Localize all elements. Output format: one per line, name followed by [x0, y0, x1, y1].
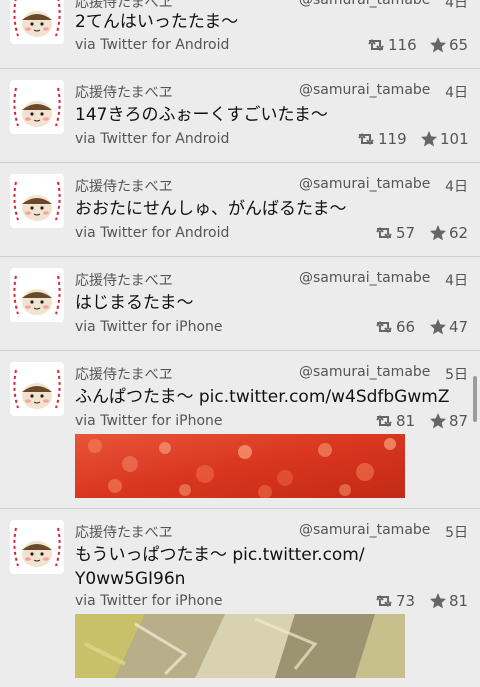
favorite-count[interactable]: 101: [420, 130, 469, 148]
avatar[interactable]: [10, 80, 64, 134]
tweet-item[interactable]: 応援侍たまべヱ @samurai_tamabe 4日 おおたにせんしゅ、がんばる…: [0, 164, 480, 257]
retweet-count[interactable]: 57: [374, 224, 415, 242]
screen-name[interactable]: @samurai_tamabe: [299, 270, 430, 286]
favorite-count[interactable]: 87: [429, 412, 468, 430]
avatar[interactable]: [10, 174, 64, 228]
timestamp: 4日: [445, 179, 468, 195]
screen-name[interactable]: @samurai_tamabe: [299, 82, 430, 98]
display-name[interactable]: 応援侍たまべヱ: [75, 270, 173, 290]
display-name[interactable]: 応援侍たまべヱ: [75, 176, 173, 196]
retweet-count[interactable]: 73: [374, 592, 415, 610]
retweet-count[interactable]: 119: [356, 130, 407, 148]
baseball-mascot-icon: [10, 520, 64, 574]
tweet-text: 2てんはいったたま〜: [75, 12, 239, 32]
retweet-count-value: 119: [378, 130, 407, 148]
tweet-source: via Twitter for Android: [75, 37, 230, 53]
scrollbar[interactable]: [473, 376, 477, 422]
favorite-count-value: 65: [449, 36, 469, 54]
tweet-source: via Twitter for Android: [75, 225, 230, 241]
favorite-count[interactable]: 65: [429, 36, 468, 54]
retweet-count[interactable]: 81: [374, 412, 415, 430]
favorite-count-value: 87: [449, 412, 469, 430]
photo-thumbnail: [75, 434, 405, 498]
tweet-item[interactable]: 応援侍たまべヱ @samurai_tamabe 4日 147きろのふぉーくすごい…: [0, 70, 480, 163]
retweet-count-value: 57: [396, 224, 416, 242]
retweet-count[interactable]: 66: [374, 318, 415, 336]
baseball-mascot-icon: [10, 0, 64, 44]
star-icon: [430, 225, 446, 241]
tweet-item[interactable]: 応援侍たまべヱ @samurai_tamabe 5日 もういっぱつたま〜 pic…: [0, 510, 480, 687]
tweet-text: 147きろのふぉーくすごいたま〜: [75, 105, 328, 125]
star-icon: [430, 413, 446, 429]
retweet-count-value: 73: [396, 592, 416, 610]
avatar[interactable]: [10, 268, 64, 322]
retweet-icon: [376, 414, 392, 428]
photo-thumbnail: [75, 614, 405, 678]
baseball-mascot-icon: [10, 174, 64, 228]
favorite-count-value: 47: [449, 318, 469, 336]
star-icon: [430, 37, 446, 53]
avatar[interactable]: [10, 362, 64, 416]
retweet-count-value: 116: [388, 36, 417, 54]
display-name[interactable]: 応援侍たまべヱ: [75, 364, 173, 384]
screen-name[interactable]: @samurai_tamabe: [299, 364, 430, 380]
display-name[interactable]: 応援侍たまべヱ: [75, 82, 173, 102]
retweet-icon: [376, 594, 392, 608]
display-name[interactable]: 応援侍たまべヱ: [75, 522, 173, 542]
retweet-icon: [358, 132, 374, 146]
tweet-item[interactable]: 応援侍たまべヱ @samurai_tamabe 4日 2てんはいったたま〜 vi…: [0, 0, 480, 69]
star-icon: [421, 131, 437, 147]
retweet-count-value: 66: [396, 318, 416, 336]
retweet-icon: [368, 38, 384, 52]
retweet-count-value: 81: [396, 412, 416, 430]
avatar[interactable]: [10, 0, 64, 44]
retweet-icon: [376, 226, 392, 240]
tweet-source: via Twitter for Android: [75, 131, 230, 147]
baseball-mascot-icon: [10, 268, 64, 322]
timestamp: 4日: [445, 85, 468, 101]
tweet-item[interactable]: 応援侍たまべヱ @samurai_tamabe 4日 はじまるたま〜 via T…: [0, 258, 480, 351]
favorite-count-value: 81: [449, 592, 469, 610]
timestamp: 5日: [445, 525, 468, 541]
screen-name[interactable]: @samurai_tamabe: [299, 176, 430, 192]
tweet-text: はじまるたま〜: [75, 293, 194, 313]
star-icon: [430, 593, 446, 609]
tweet-source: via Twitter for iPhone: [75, 413, 223, 429]
favorite-count-value: 62: [449, 224, 469, 242]
timestamp: 4日: [445, 273, 468, 289]
tweet-text: おおたにせんしゅ、がんばるたま〜: [75, 199, 347, 219]
favorite-count[interactable]: 81: [429, 592, 468, 610]
baseball-mascot-icon: [10, 362, 64, 416]
tweet-photo[interactable]: [75, 614, 405, 678]
favorite-count[interactable]: 47: [429, 318, 468, 336]
tweet-source: via Twitter for iPhone: [75, 319, 223, 335]
tweet-source: via Twitter for iPhone: [75, 593, 223, 609]
tweet-text: もういっぱつたま〜 pic.twitter.com/ Y0ww5GI96n: [75, 545, 365, 589]
screen-name[interactable]: @samurai_tamabe: [299, 522, 430, 538]
tweet-item[interactable]: 応援侍たまべヱ @samurai_tamabe 5日 ふんぱつたま〜 pic.t…: [0, 352, 480, 509]
tweet-text: ふんぱつたま〜 pic.twitter.com/w4SdfbGwmZ: [75, 387, 450, 407]
avatar[interactable]: [10, 520, 64, 574]
retweet-icon: [376, 320, 392, 334]
star-icon: [430, 319, 446, 335]
favorite-count-value: 101: [440, 130, 469, 148]
timestamp: 5日: [445, 367, 468, 383]
screen-name[interactable]: @samurai_tamabe: [299, 0, 430, 8]
baseball-mascot-icon: [10, 80, 64, 134]
tweet-photo[interactable]: [75, 434, 405, 498]
retweet-count[interactable]: 116: [366, 36, 417, 54]
favorite-count[interactable]: 62: [429, 224, 468, 242]
